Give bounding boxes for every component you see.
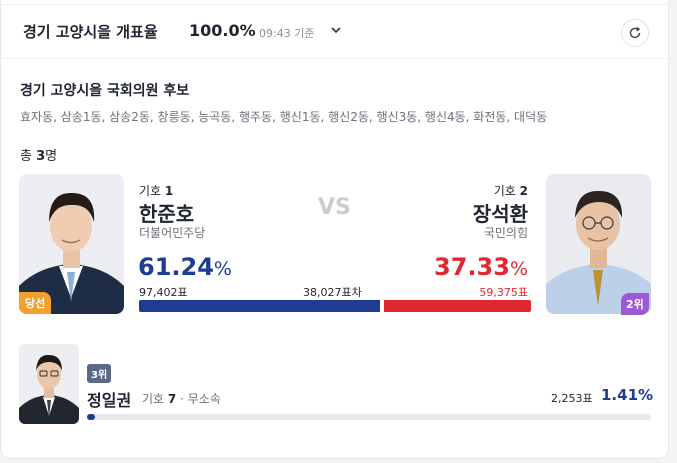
candidate-3-vote-track (87, 414, 651, 420)
number-value: 1 (164, 184, 174, 198)
percent-value: 37.33 (434, 253, 510, 281)
candidate-1-votes: 97,402표 (139, 286, 188, 299)
refresh-icon (629, 27, 641, 39)
update-time: 09:43 기준 (259, 27, 315, 40)
candidate-3-votes: 2,253표 (551, 392, 593, 405)
refresh-button[interactable] (621, 19, 649, 47)
candidate-3-meta: 기호 7 · 무소속 (142, 390, 221, 407)
candidate-2-percent: 37.33% (434, 253, 528, 281)
count-rate-title: 경기 고양시을 개표율 (23, 23, 158, 41)
candidate-2-votes: 59,375표 (479, 286, 528, 299)
candidate-2-number: 기호 2 (494, 182, 528, 199)
candidate-3-percent: 1.41% (601, 386, 654, 404)
candidate-1-percent: 61.24% (138, 253, 232, 281)
total-suffix: 명 (45, 149, 58, 164)
winner-badge: 당선 (19, 292, 52, 314)
candidate-3-party: · 무소속 (180, 392, 221, 406)
candidate-1-name[interactable]: 한준호 (139, 198, 194, 227)
vs-label: VS (318, 195, 351, 220)
percent-unit: % (509, 258, 528, 280)
rank-3-badge: 3위 (87, 364, 112, 383)
number-label: 기호 (142, 392, 168, 406)
candidate-3-photo[interactable] (19, 344, 79, 424)
district-areas: 효자동, 삼송1동, 삼송2동, 창릉동, 능곡동, 행주동, 행신1동, 행신… (20, 110, 548, 124)
total-count: 3 (36, 149, 46, 164)
candidate-1-vote-bar (139, 300, 380, 312)
number-label: 기호 (139, 184, 165, 198)
total-prefix: 총 (20, 149, 37, 164)
candidate-1-party: 더불어민주당 (139, 226, 206, 240)
percent-value: 61.24 (138, 253, 214, 281)
count-rate-percent: 100.0% (189, 21, 256, 40)
chevron-down-icon[interactable] (329, 22, 343, 36)
number-value: 7 (167, 392, 177, 406)
election-result-card: 경기 고양시을 개표율 100.0% 09:43 기준 경기 고양시을 국회의원… (0, 0, 670, 459)
rank-2-badge: 2위 (621, 293, 649, 315)
candidate-1-number: 기호 1 (139, 182, 173, 199)
number-label: 기호 (493, 184, 520, 198)
result-header[interactable]: 경기 고양시을 개표율 100.0% 09:43 기준 (1, 4, 670, 59)
candidate-2-vote-bar (384, 300, 531, 312)
section-title: 경기 고양시을 국회의원 후보 (20, 83, 190, 99)
vote-difference: 38,027표차 (303, 286, 362, 299)
candidate-2-party: 국민의힘 (483, 226, 528, 240)
number-value: 2 (519, 184, 528, 198)
candidate-3-name[interactable]: 정일권 (87, 387, 131, 411)
candidate-2-name[interactable]: 장석환 (473, 198, 528, 227)
candidate-total: 총 3명 (20, 145, 57, 164)
candidate-3-vote-bar (87, 414, 95, 420)
percent-unit: % (213, 258, 232, 280)
